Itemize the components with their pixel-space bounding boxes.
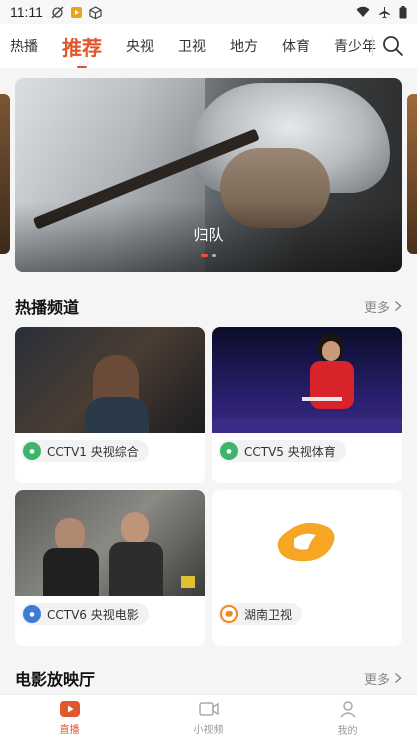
status-time: 11:11 bbox=[10, 4, 43, 20]
channel-card-cctv5[interactable]: ● CCTV5 央视体育 bbox=[212, 327, 402, 483]
cctv-logo-icon: ● bbox=[23, 605, 41, 623]
more-label: 更多 bbox=[363, 672, 390, 688]
tab-recommend[interactable]: 推荐 bbox=[62, 32, 102, 61]
channel-thumbnail bbox=[15, 327, 205, 433]
channel-label: ● CCTV5 央视体育 bbox=[218, 440, 346, 462]
bottom-nav-label: 直播 bbox=[59, 724, 80, 736]
channel-thumbnail bbox=[212, 327, 402, 433]
hunan-logo-icon bbox=[220, 605, 238, 623]
user-icon bbox=[339, 700, 356, 718]
sync-off-icon bbox=[51, 6, 64, 18]
tab-cctv[interactable]: 央视 bbox=[126, 36, 154, 56]
banner-carousel[interactable]: 归队 bbox=[0, 78, 417, 272]
section-title: 热播频道 bbox=[15, 298, 80, 317]
cinema-header: 电影放映厅 更多 bbox=[15, 666, 402, 690]
search-icon[interactable] bbox=[381, 34, 405, 58]
banner-prev-peek[interactable] bbox=[0, 94, 10, 254]
status-bar: 11:11 bbox=[0, 0, 417, 24]
banner-slide[interactable]: 归队 bbox=[15, 78, 402, 272]
channel-name: 湖南卫视 bbox=[244, 607, 293, 622]
banner-next-peek[interactable] bbox=[407, 94, 417, 254]
bottom-nav-mine[interactable]: 我的 bbox=[278, 695, 417, 741]
more-button[interactable]: 更多 bbox=[364, 669, 402, 688]
channel-card-hunan[interactable]: 湖南卫视 bbox=[212, 490, 402, 646]
carousel-indicator bbox=[15, 254, 402, 257]
tab-local[interactable]: 地方 bbox=[230, 36, 258, 56]
channel-label: ● CCTV1 央视综合 bbox=[21, 440, 149, 462]
channel-name: CCTV1 央视综合 bbox=[47, 444, 139, 459]
channel-thumbnail bbox=[15, 490, 205, 596]
bottom-nav-live[interactable]: 直播 bbox=[0, 695, 139, 741]
tab-youth[interactable]: 青少年 bbox=[334, 36, 376, 56]
channel-label: 湖南卫视 bbox=[218, 603, 303, 625]
banner-title: 归队 bbox=[193, 226, 224, 244]
channel-label: ● CCTV6 央视电影 bbox=[21, 603, 149, 625]
chevron-right-icon bbox=[394, 672, 402, 684]
more-label: 更多 bbox=[363, 300, 390, 316]
main-content[interactable]: 归队 热播频道 更多 ● CCTV1 央视综合 ● CCTV5 央视体育 ● C… bbox=[0, 68, 417, 694]
chevron-right-icon bbox=[394, 300, 402, 312]
channel-card-cctv1[interactable]: ● CCTV1 央视综合 bbox=[15, 327, 205, 483]
hunan-tv-logo-icon bbox=[277, 522, 335, 562]
carousel-dot bbox=[212, 254, 216, 257]
cctv-logo-icon: ● bbox=[220, 442, 238, 460]
more-button[interactable]: 更多 bbox=[364, 297, 402, 316]
nav-divider bbox=[372, 36, 373, 56]
battery-icon bbox=[399, 5, 407, 18]
carousel-dot-active bbox=[201, 254, 208, 257]
channel-name: CCTV5 央视体育 bbox=[244, 444, 336, 459]
tab-satellite[interactable]: 卫视 bbox=[178, 36, 206, 56]
hot-channels-header: 热播频道 更多 bbox=[15, 294, 402, 318]
video-camera-icon bbox=[198, 701, 219, 716]
channel-name: CCTV6 央视电影 bbox=[47, 607, 139, 622]
category-nav: 热播 推荐 央视 卫视 地方 体育 青少年 bbox=[0, 24, 417, 68]
tab-sports[interactable]: 体育 bbox=[282, 36, 310, 56]
bottom-nav-short-video[interactable]: 小视频 bbox=[139, 695, 278, 741]
wifi-icon bbox=[356, 6, 370, 17]
bottom-nav-label: 小视频 bbox=[193, 724, 224, 736]
airplane-icon bbox=[379, 6, 390, 18]
live-tv-icon bbox=[59, 700, 80, 717]
channel-card-cctv6[interactable]: ● CCTV6 央视电影 bbox=[15, 490, 205, 646]
section-title: 电影放映厅 bbox=[15, 670, 96, 689]
bottom-nav: 直播 小视频 我的 bbox=[0, 694, 417, 741]
app-notification-icon bbox=[70, 6, 82, 18]
bottom-nav-label: 我的 bbox=[337, 725, 358, 737]
tab-hot[interactable]: 热播 bbox=[10, 36, 38, 56]
cctv-logo-icon: ● bbox=[23, 442, 41, 460]
cube-icon bbox=[89, 5, 102, 19]
channel-thumbnail bbox=[212, 490, 402, 596]
